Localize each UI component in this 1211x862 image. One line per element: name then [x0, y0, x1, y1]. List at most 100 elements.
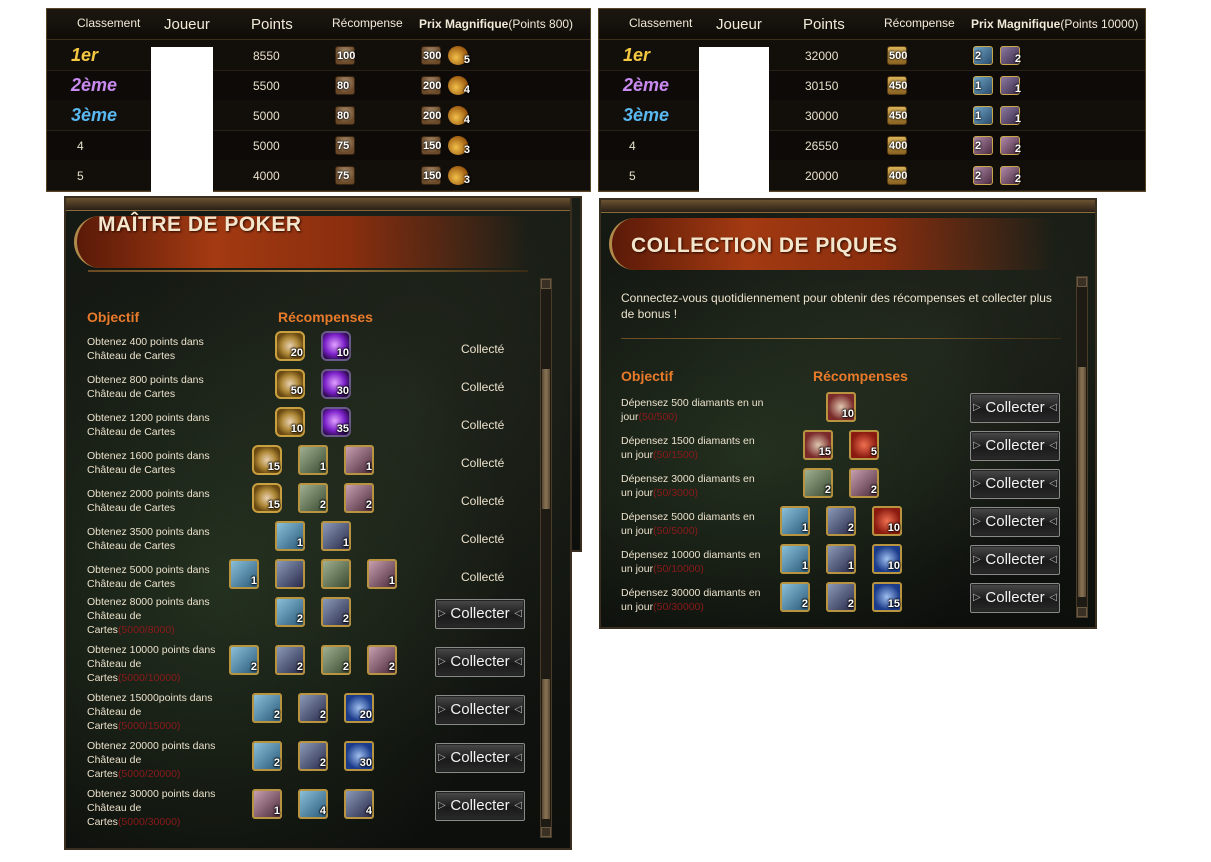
card-violet-icon[interactable]: 2	[826, 506, 856, 536]
objective-line: un jour(50/30000)	[621, 600, 776, 614]
card-pink-icon[interactable]: 2	[849, 468, 879, 498]
pearl-icon[interactable]: 15	[252, 483, 282, 513]
card-blue-icon[interactable]: 2	[252, 741, 282, 771]
card-pink-icon[interactable]: 2	[367, 645, 397, 675]
blue-card-pack-icon[interactable]: 10	[872, 544, 902, 574]
collect-button[interactable]: Collecter	[435, 791, 525, 821]
objective-line: Château de Cartes	[87, 464, 176, 476]
chest-icon[interactable]: 15	[803, 430, 833, 460]
card-blue-icon[interactable]: 1	[275, 521, 305, 551]
scroll-thumb[interactable]	[542, 369, 550, 509]
scroll-down-arrow[interactable]	[1077, 607, 1087, 617]
red-card-pack-icon[interactable]: 5	[849, 430, 879, 460]
reward-count: 15	[267, 499, 280, 511]
reward-count: 2	[801, 598, 808, 610]
objective-line: Obtenez 20000 points dans	[87, 740, 216, 752]
card-green-icon[interactable]: 2	[321, 645, 351, 675]
red-card-pack-icon[interactable]: 10	[872, 506, 902, 536]
card-blue-icon[interactable]: 1	[229, 559, 259, 589]
card-blue-icon[interactable]: 1	[780, 544, 810, 574]
collect-button[interactable]: Collecter	[970, 393, 1060, 423]
reward-count: 1	[342, 537, 349, 549]
blue-card-pack-icon[interactable]: 30	[344, 741, 374, 771]
scroll-thumb-lower[interactable]	[542, 679, 550, 819]
reward-amount: 75	[337, 139, 350, 152]
card-violet-icon[interactable]: 1	[321, 521, 351, 551]
reward-cell: 80	[335, 75, 355, 95]
objective-line: Obtenez 400 points dans	[87, 336, 204, 348]
card-pink-icon[interactable]: 1	[367, 559, 397, 589]
blue-card-pack-icon[interactable]: 15	[872, 582, 902, 612]
card-violet-icon[interactable]: 2	[321, 597, 351, 627]
objective-line: Obtenez 1200 points dans	[87, 412, 210, 424]
card-violet-icon[interactable]: 1	[826, 544, 856, 574]
card-violet-icon[interactable]: 2	[298, 693, 328, 723]
chest-icon[interactable]: 10	[826, 392, 856, 422]
scroll-up-arrow[interactable]	[541, 279, 551, 289]
grand-prize-cell: 22	[973, 45, 1021, 65]
card-blue-icon[interactable]: 2	[229, 645, 259, 675]
objective-progress: (5000/10000)	[117, 672, 181, 684]
purple-orb-icon[interactable]: 10	[321, 331, 351, 361]
reward-count: 30	[359, 757, 372, 769]
collect-button[interactable]: Collecter	[970, 469, 1060, 499]
pearl-icon[interactable]: 15	[252, 445, 282, 475]
reward-count: 1	[296, 537, 303, 549]
card-violet-icon[interactable]: 2	[275, 645, 305, 675]
pearl-icon[interactable]: 10	[275, 407, 305, 437]
scrollbar[interactable]	[540, 278, 552, 838]
card-green-icon[interactable]: 1	[298, 445, 328, 475]
collect-button[interactable]: Collecter	[435, 647, 525, 677]
card-pink-icon[interactable]: 1	[252, 789, 282, 819]
objective-progress: (50/3000)	[653, 487, 699, 499]
blue-card-pack-icon[interactable]: 20	[344, 693, 374, 723]
scroll-thumb[interactable]	[1078, 367, 1086, 597]
reward-count: 15	[887, 598, 900, 610]
grand-prize-cell: 22	[973, 165, 1021, 185]
objective-line: Château de	[87, 610, 142, 622]
objective-line: Château de	[87, 802, 142, 814]
reward-count: 2	[824, 484, 831, 496]
collect-button[interactable]: Collecter	[970, 583, 1060, 613]
header-points: Points	[803, 16, 845, 33]
card-green-icon[interactable]	[321, 559, 351, 589]
card-violet-icon[interactable]: 2	[826, 582, 856, 612]
prize-amount: 4	[463, 113, 470, 126]
scrollbar[interactable]	[1076, 276, 1088, 618]
collect-button[interactable]: Collecter	[435, 695, 525, 725]
scroll-down-arrow[interactable]	[541, 827, 551, 837]
card-blue-icon[interactable]: 1	[780, 506, 810, 536]
rank-label: 2ème	[623, 75, 670, 95]
card-blue-icon[interactable]: 2	[252, 693, 282, 723]
card-green-icon[interactable]: 2	[298, 483, 328, 513]
collect-button[interactable]: Collecter	[435, 599, 525, 629]
card-blue-icon[interactable]: 4	[298, 789, 328, 819]
pearl-icon[interactable]: 20	[275, 331, 305, 361]
spades-collection-panel: COLLECTION DE PIQUES Connectez-vous quot…	[599, 198, 1097, 629]
scroll-up-arrow[interactable]	[1077, 277, 1087, 287]
pearl-icon[interactable]: 50	[275, 369, 305, 399]
card-violet-icon[interactable]	[275, 559, 305, 589]
purple-orb-icon[interactable]: 35	[321, 407, 351, 437]
ranking-table-left: Classement Joueur Points Récompense Prix…	[46, 8, 591, 193]
collect-button[interactable]: Collecter	[435, 743, 525, 773]
reward-cell: 75	[335, 165, 355, 185]
prize-item-icon: 1	[973, 75, 993, 95]
card-green-icon[interactable]: 2	[803, 468, 833, 498]
objective-text: Dépensez 1500 diamants en un jour(50/1500…	[621, 434, 776, 462]
card-blue-icon[interactable]: 2	[275, 597, 305, 627]
ranking-row: 4 5000 75 150 3	[47, 130, 590, 161]
card-violet-icon[interactable]: 4	[344, 789, 374, 819]
objective-progress: (50/5000)	[653, 525, 699, 537]
prize-amount: 150	[423, 169, 442, 182]
objective-line: Cartes(5000/15000)	[87, 719, 222, 733]
card-pink-icon[interactable]: 1	[344, 445, 374, 475]
card-blue-icon[interactable]: 2	[780, 582, 810, 612]
purple-orb-icon[interactable]: 30	[321, 369, 351, 399]
reward-count: 2	[847, 598, 854, 610]
collect-button[interactable]: Collecter	[970, 545, 1060, 575]
collect-button[interactable]: Collecter	[970, 507, 1060, 537]
card-violet-icon[interactable]: 2	[298, 741, 328, 771]
card-pink-icon[interactable]: 2	[344, 483, 374, 513]
collect-button[interactable]: Collecter	[970, 431, 1060, 461]
